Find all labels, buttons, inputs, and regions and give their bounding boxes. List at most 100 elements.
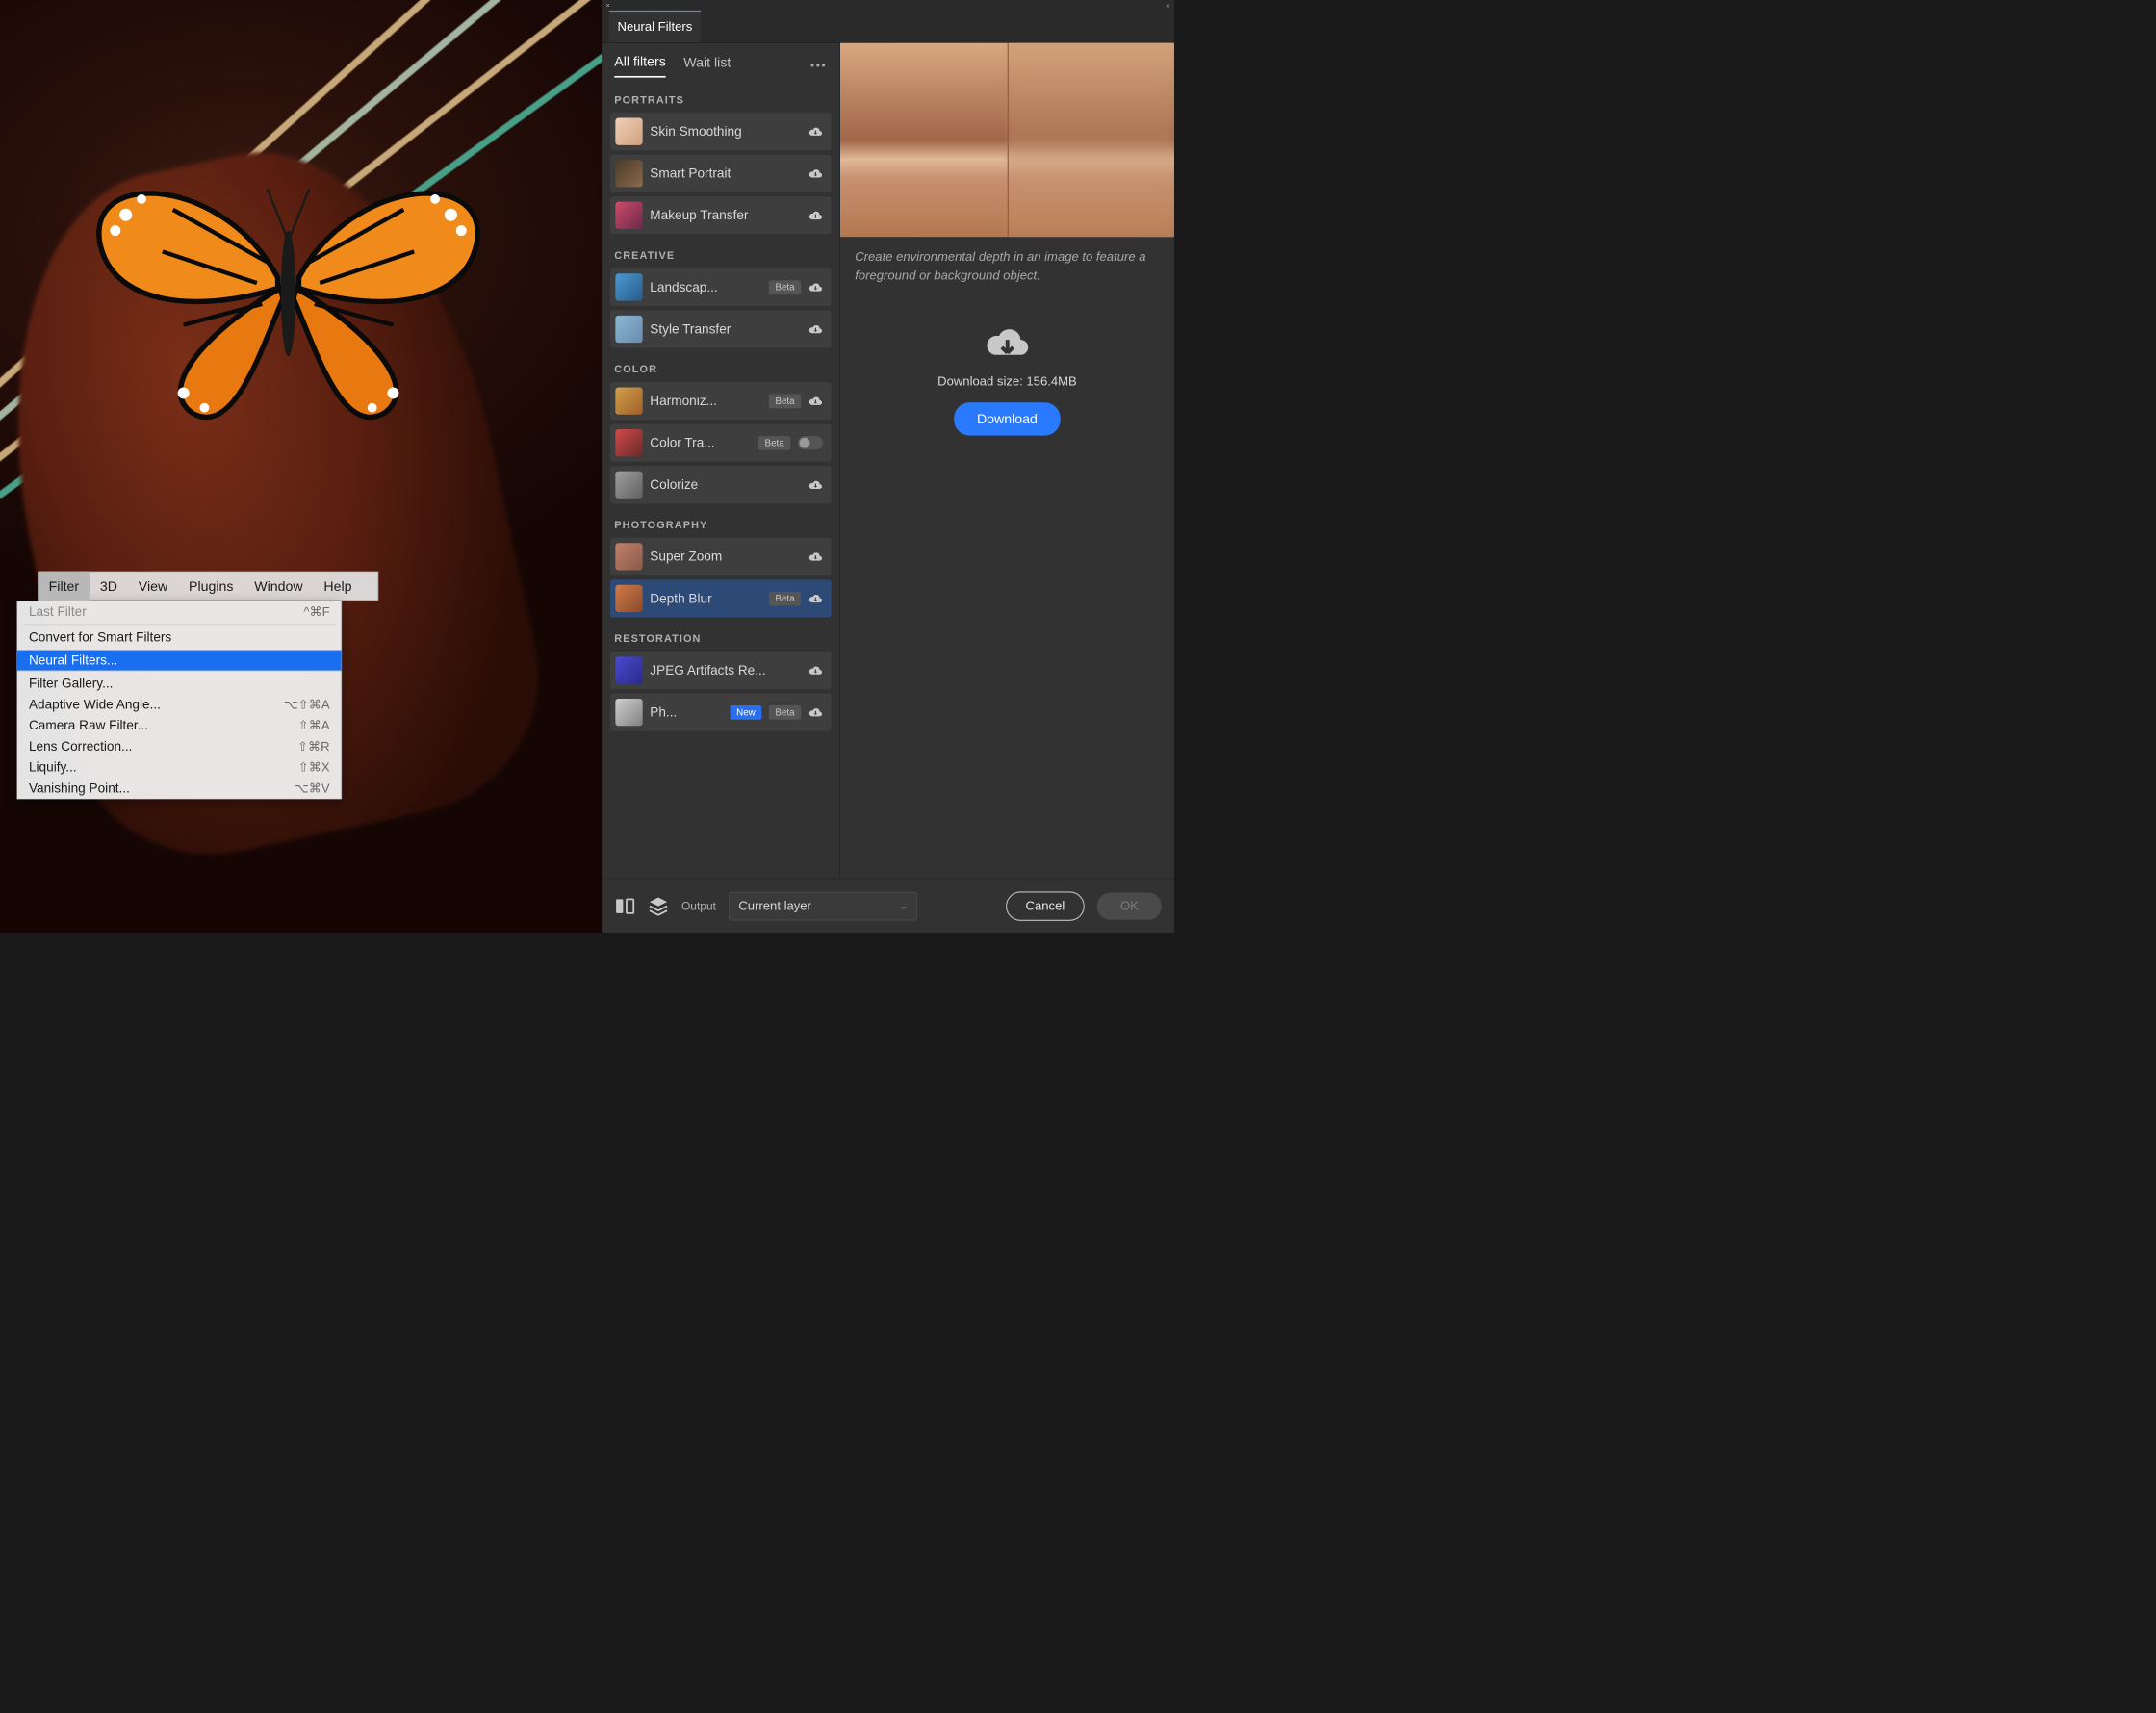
- menu-item-label: Lens Correction...: [29, 739, 132, 754]
- filter-makeup-transfer[interactable]: Makeup Transfer: [610, 196, 832, 234]
- layers-icon[interactable]: [648, 895, 669, 916]
- filter-thumb: [615, 316, 642, 343]
- filter-style-transfer[interactable]: Style Transfer: [610, 310, 832, 347]
- download-icon[interactable]: [808, 282, 823, 293]
- filter-label: Landscap...: [650, 280, 761, 295]
- more-icon[interactable]: •••: [810, 59, 827, 72]
- filter-label: Skin Smoothing: [650, 124, 801, 140]
- filter-thumb: [615, 472, 642, 499]
- menu-item-label: Camera Raw Filter...: [29, 718, 148, 733]
- menu-help[interactable]: Help: [314, 572, 363, 601]
- category-color: Color: [610, 352, 832, 382]
- subtab-wait-list[interactable]: Wait list: [683, 54, 731, 76]
- download-icon[interactable]: [808, 593, 823, 603]
- menu-adaptive-wide-angle[interactable]: Adaptive Wide Angle... ⌥⇧⌘A: [17, 694, 342, 715]
- download-icon[interactable]: [808, 551, 823, 562]
- filter-depth-blur[interactable]: Depth Blur Beta: [610, 579, 832, 617]
- menu-item-label: Liquify...: [29, 759, 77, 775]
- beta-badge: Beta: [758, 436, 790, 450]
- menu-item-label: Last Filter: [29, 604, 87, 620]
- filter-thumb: [615, 543, 642, 570]
- before-after-icon[interactable]: [614, 895, 635, 916]
- menu-camera-raw-filter[interactable]: Camera Raw Filter... ⇧⌘A: [17, 715, 342, 736]
- menu-vanishing-point[interactable]: Vanishing Point... ⌥⌘V: [17, 778, 342, 799]
- download-icon[interactable]: [808, 707, 823, 718]
- cancel-button[interactable]: Cancel: [1006, 891, 1085, 920]
- new-badge: New: [731, 705, 762, 720]
- filter-thumb: [615, 699, 642, 726]
- filter-label: Makeup Transfer: [650, 208, 801, 223]
- panel-tabrow: Neural Filters: [602, 11, 1174, 43]
- filter-thumb: [615, 160, 642, 187]
- menu-liquify[interactable]: Liquify... ⇧⌘X: [17, 756, 342, 778]
- filter-description: Create environmental depth in an image t…: [840, 237, 1174, 296]
- download-icon[interactable]: [808, 126, 823, 137]
- chevron-down-icon: ⌄: [900, 901, 908, 911]
- neural-filters-panel: × « Neural Filters All filters Wait list…: [602, 0, 1174, 933]
- menu-neural-filters[interactable]: Neural Filters...: [17, 650, 342, 671]
- filter-thumb: [615, 202, 642, 229]
- tab-neural-filters[interactable]: Neural Filters: [609, 11, 701, 42]
- panel-body: All filters Wait list ••• Portraits Skin…: [602, 43, 1174, 879]
- menu-convert-smart-filters[interactable]: Convert for Smart Filters: [17, 626, 342, 648]
- filter-thumb: [615, 273, 642, 300]
- close-icon[interactable]: ×: [606, 1, 610, 10]
- menu-3d[interactable]: 3D: [90, 572, 128, 601]
- filter-label: Style Transfer: [650, 321, 801, 337]
- menu-shortcut: ⇧⌘A: [298, 718, 330, 733]
- menu-plugins[interactable]: Plugins: [178, 572, 244, 601]
- filter-toggle[interactable]: [798, 436, 823, 449]
- menu-filter-gallery[interactable]: Filter Gallery...: [17, 673, 342, 694]
- menu-item-label: Adaptive Wide Angle...: [29, 697, 161, 712]
- output-value: Current layer: [738, 899, 811, 913]
- menu-filter[interactable]: Filter: [38, 572, 90, 601]
- download-icon[interactable]: [808, 168, 823, 179]
- filter-label: Super Zoom: [650, 549, 801, 564]
- filter-super-zoom[interactable]: Super Zoom: [610, 538, 832, 575]
- filter-colorize[interactable]: Colorize: [610, 466, 832, 503]
- collapse-icon[interactable]: «: [1166, 1, 1169, 10]
- menu-shortcut: ^⌘F: [303, 604, 329, 620]
- filter-thumb: [615, 118, 642, 145]
- filter-label: Depth Blur: [650, 591, 761, 606]
- filter-list-pane: All filters Wait list ••• Portraits Skin…: [602, 43, 839, 879]
- panel-footer: Output Current layer ⌄ Cancel OK: [602, 879, 1174, 933]
- filter-label: Smart Portrait: [650, 166, 801, 181]
- menu-bar: Filter 3D View Plugins Window Help: [38, 572, 378, 601]
- download-icon[interactable]: [808, 396, 823, 406]
- subtab-all-filters[interactable]: All filters: [614, 54, 666, 78]
- menu-window[interactable]: Window: [244, 572, 313, 601]
- filter-preview-image: [840, 43, 1174, 238]
- download-button[interactable]: Download: [954, 402, 1061, 435]
- filter-skin-smoothing[interactable]: Skin Smoothing: [610, 113, 832, 150]
- filter-landscape-mixer[interactable]: Landscap... Beta: [610, 268, 832, 306]
- download-icon[interactable]: [808, 479, 823, 490]
- filter-label: Color Tra...: [650, 435, 751, 450]
- download-size-label: Download size: 156.4MB: [937, 374, 1077, 389]
- filter-thumb: [615, 585, 642, 612]
- filter-jpeg-artifacts-removal[interactable]: JPEG Artifacts Re...: [610, 652, 832, 689]
- download-icon[interactable]: [808, 665, 823, 676]
- filter-color-transfer[interactable]: Color Tra... Beta: [610, 424, 832, 462]
- category-restoration: Restoration: [610, 622, 832, 652]
- menu-separator: [24, 625, 335, 626]
- menu-lens-correction[interactable]: Lens Correction... ⇧⌘R: [17, 736, 342, 757]
- filter-thumb: [615, 429, 642, 456]
- download-icon[interactable]: [808, 210, 823, 220]
- menu-view[interactable]: View: [128, 572, 178, 601]
- menu-shortcut: ⇧⌘X: [298, 759, 330, 775]
- filter-label: Colorize: [650, 477, 801, 493]
- menu-item-label: Vanishing Point...: [29, 780, 130, 796]
- filter-label: Harmoniz...: [650, 394, 761, 409]
- menu-shortcut: ⌥⇧⌘A: [284, 697, 330, 712]
- download-icon[interactable]: [808, 324, 823, 335]
- filter-thumb: [615, 656, 642, 683]
- output-select[interactable]: Current layer ⌄: [729, 892, 917, 920]
- filter-dropdown: Last Filter ^⌘F Convert for Smart Filter…: [16, 601, 342, 799]
- filter-harmonization[interactable]: Harmoniz... Beta: [610, 382, 832, 420]
- menu-item-label: Convert for Smart Filters: [29, 629, 171, 645]
- menu-item-label: Filter Gallery...: [29, 676, 114, 691]
- filter-photo-restoration[interactable]: Ph... New Beta: [610, 694, 832, 731]
- filter-list[interactable]: Portraits Skin Smoothing Smart Portrait …: [602, 78, 839, 879]
- filter-smart-portrait[interactable]: Smart Portrait: [610, 155, 832, 192]
